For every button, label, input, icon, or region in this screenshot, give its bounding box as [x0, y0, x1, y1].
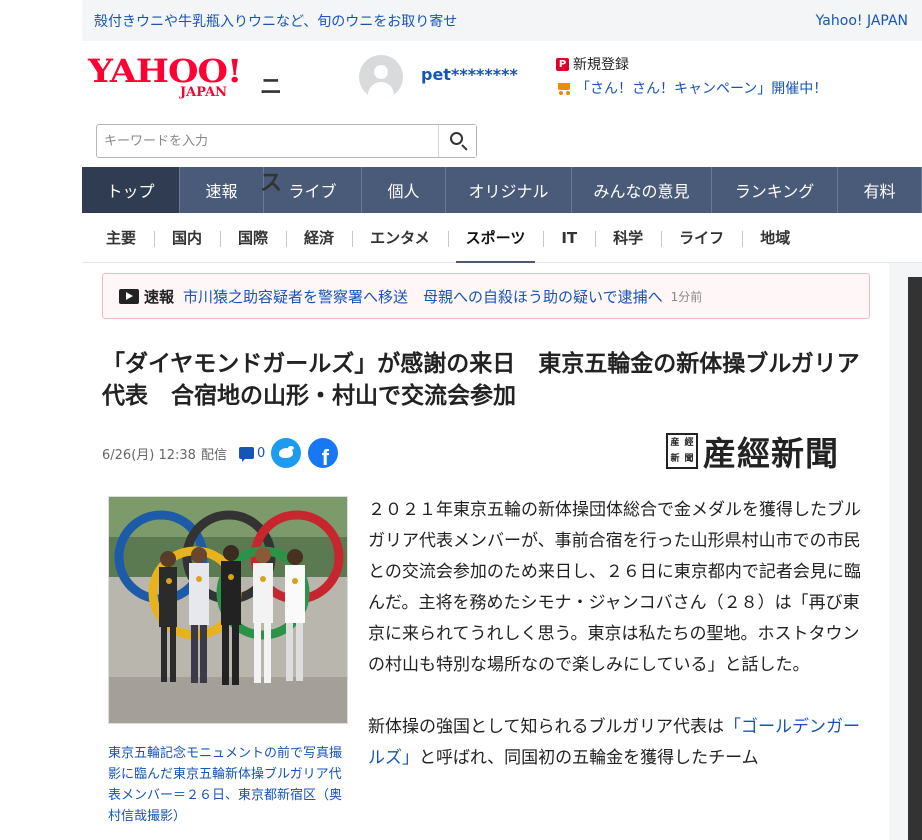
search-box [96, 124, 477, 158]
promo-bar: 殻付きウニや牛乳瓶入りウニなど、旬のウニをお取り寄せ Yahoo! JAPAN [82, 0, 922, 41]
category-tab[interactable]: エンタメ [352, 213, 448, 263]
publisher-logo[interactable]: 産經 新聞 産經新聞 [666, 431, 872, 473]
user-avatar[interactable] [359, 55, 403, 99]
username[interactable]: pet******** [421, 65, 518, 84]
main-nav-item[interactable]: 速報 [180, 167, 264, 213]
article-photo[interactable] [108, 496, 348, 724]
category-tab[interactable]: IT [543, 213, 595, 263]
page-margin [0, 0, 82, 840]
breaking-news-banner[interactable]: 速報 市川猿之助容疑者を警察署へ移送 母親への自殺ほう助の疑いで逮捕へ 1分前 [102, 273, 870, 319]
article-body: ２０２１年東京五輪の新体操団体総合で金メダルを獲得したブルガリア代表メンバーが、… [368, 495, 868, 805]
category-tab[interactable]: 経済 [286, 213, 352, 263]
avatar-body-icon [368, 82, 394, 99]
category-tab[interactable]: 科学 [595, 213, 661, 263]
search-button[interactable] [438, 125, 476, 157]
category-tab[interactable]: スポーツ [447, 213, 544, 264]
logo-japan: JAPAN [180, 85, 228, 100]
promo-link[interactable]: 殻付きウニや牛乳瓶入りウニなど、旬のウニをお取り寄せ [94, 11, 457, 31]
publisher-name: 産經新聞 [703, 434, 839, 473]
article-meta: 6/26(月) 12:38 配信 0 f [102, 437, 339, 469]
breaking-label: 速報 [144, 287, 175, 306]
main-nav-item[interactable]: トップ [82, 167, 180, 213]
content-area: 速報 市川猿之助容疑者を警察署へ移送 母親への自殺ほう助の疑いで逮捕へ 1分前 … [82, 263, 922, 840]
search-input[interactable] [97, 125, 437, 157]
site-header: YAHOO! JAPAN ニュース pet******** P 新規登録 「さん… [82, 41, 922, 196]
category-tab[interactable]: 国内 [154, 213, 220, 263]
category-tab[interactable]: 地域 [742, 213, 808, 263]
photo-caption[interactable]: 東京五輪記念モニュメントの前で写真撮影に臨んだ東京五輪新体操ブルガリア代表メンバ… [108, 743, 348, 827]
article-title: 「ダイヤモンドガールズ」が感謝の来日 東京五輪金の新体操ブルガリア代表 合宿地の… [102, 351, 860, 409]
breaking-headline[interactable]: 市川猿之助容疑者を警察署へ移送 母親への自殺ほう助の疑いで逮捕へ [183, 286, 663, 307]
facebook-share-icon[interactable]: f [308, 438, 339, 468]
comment-link[interactable]: 0 [238, 445, 266, 462]
register-label: 新規登録 [573, 57, 629, 73]
article-paragraph: ２０２１年東京五輪の新体操団体総合で金メダルを獲得したブルガリア代表メンバーが、… [368, 500, 861, 675]
breaking-time: 1分前 [670, 289, 703, 304]
comment-count: 0 [256, 445, 266, 461]
avatar-head-icon [374, 65, 388, 79]
twitter-share-icon[interactable] [271, 438, 302, 468]
main-nav-item[interactable]: オリジナル [446, 167, 572, 213]
paypay-badge-icon: P [556, 57, 569, 71]
search-icon [450, 132, 463, 145]
yahoo-logo[interactable]: YAHOO! JAPAN ニュース [88, 53, 282, 196]
category-tab[interactable]: ライフ [661, 213, 742, 263]
category-tab[interactable]: 国際 [220, 213, 286, 263]
cart-icon [556, 81, 572, 95]
publisher-seal-icon: 産經 新聞 [666, 433, 698, 469]
article-paragraph: 新体操の強国として知られるブルガリア代表は「ゴールデンガールズ」と呼ばれ、同国初… [368, 717, 860, 768]
search-row [82, 113, 922, 167]
article-date: 6/26(月) 12:38 [102, 447, 196, 463]
category-nav: 主要 国内 国際 経済 エンタメ スポーツ IT 科学 ライフ 地域 [82, 213, 922, 264]
photo-olympic-rings-team [109, 497, 347, 723]
article-date-suffix: 配信 [200, 447, 227, 463]
register-link[interactable]: P 新規登録 [556, 54, 629, 74]
article: 速報 市川猿之助容疑者を警察署へ移送 母親への自殺ほう助の疑いで逮捕へ 1分前 … [82, 263, 889, 840]
campaign-label: 「さん！さん！キャンペーン」開催中！ [576, 81, 828, 97]
play-icon [119, 288, 139, 304]
main-nav-item[interactable]: 有料 [838, 167, 922, 213]
yahoo-japan-link[interactable]: Yahoo! JAPAN [816, 13, 908, 29]
page-shell: 殻付きウニや牛乳瓶入りウニなど、旬のウニをお取り寄せ Yahoo! JAPAN … [82, 0, 922, 840]
category-tab[interactable]: 主要 [88, 213, 154, 263]
main-nav-item[interactable]: ランキング [712, 167, 838, 213]
right-column-ad [908, 277, 922, 840]
main-nav-item[interactable]: 個人 [362, 167, 446, 213]
main-nav-item[interactable]: みんなの意見 [572, 167, 712, 213]
comment-icon [238, 447, 254, 462]
main-nav: トップ 速報 ライブ 個人 オリジナル みんなの意見 ランキング 有料 [82, 167, 922, 213]
campaign-link[interactable]: 「さん！さん！キャンペーン」開催中！ [556, 78, 827, 98]
